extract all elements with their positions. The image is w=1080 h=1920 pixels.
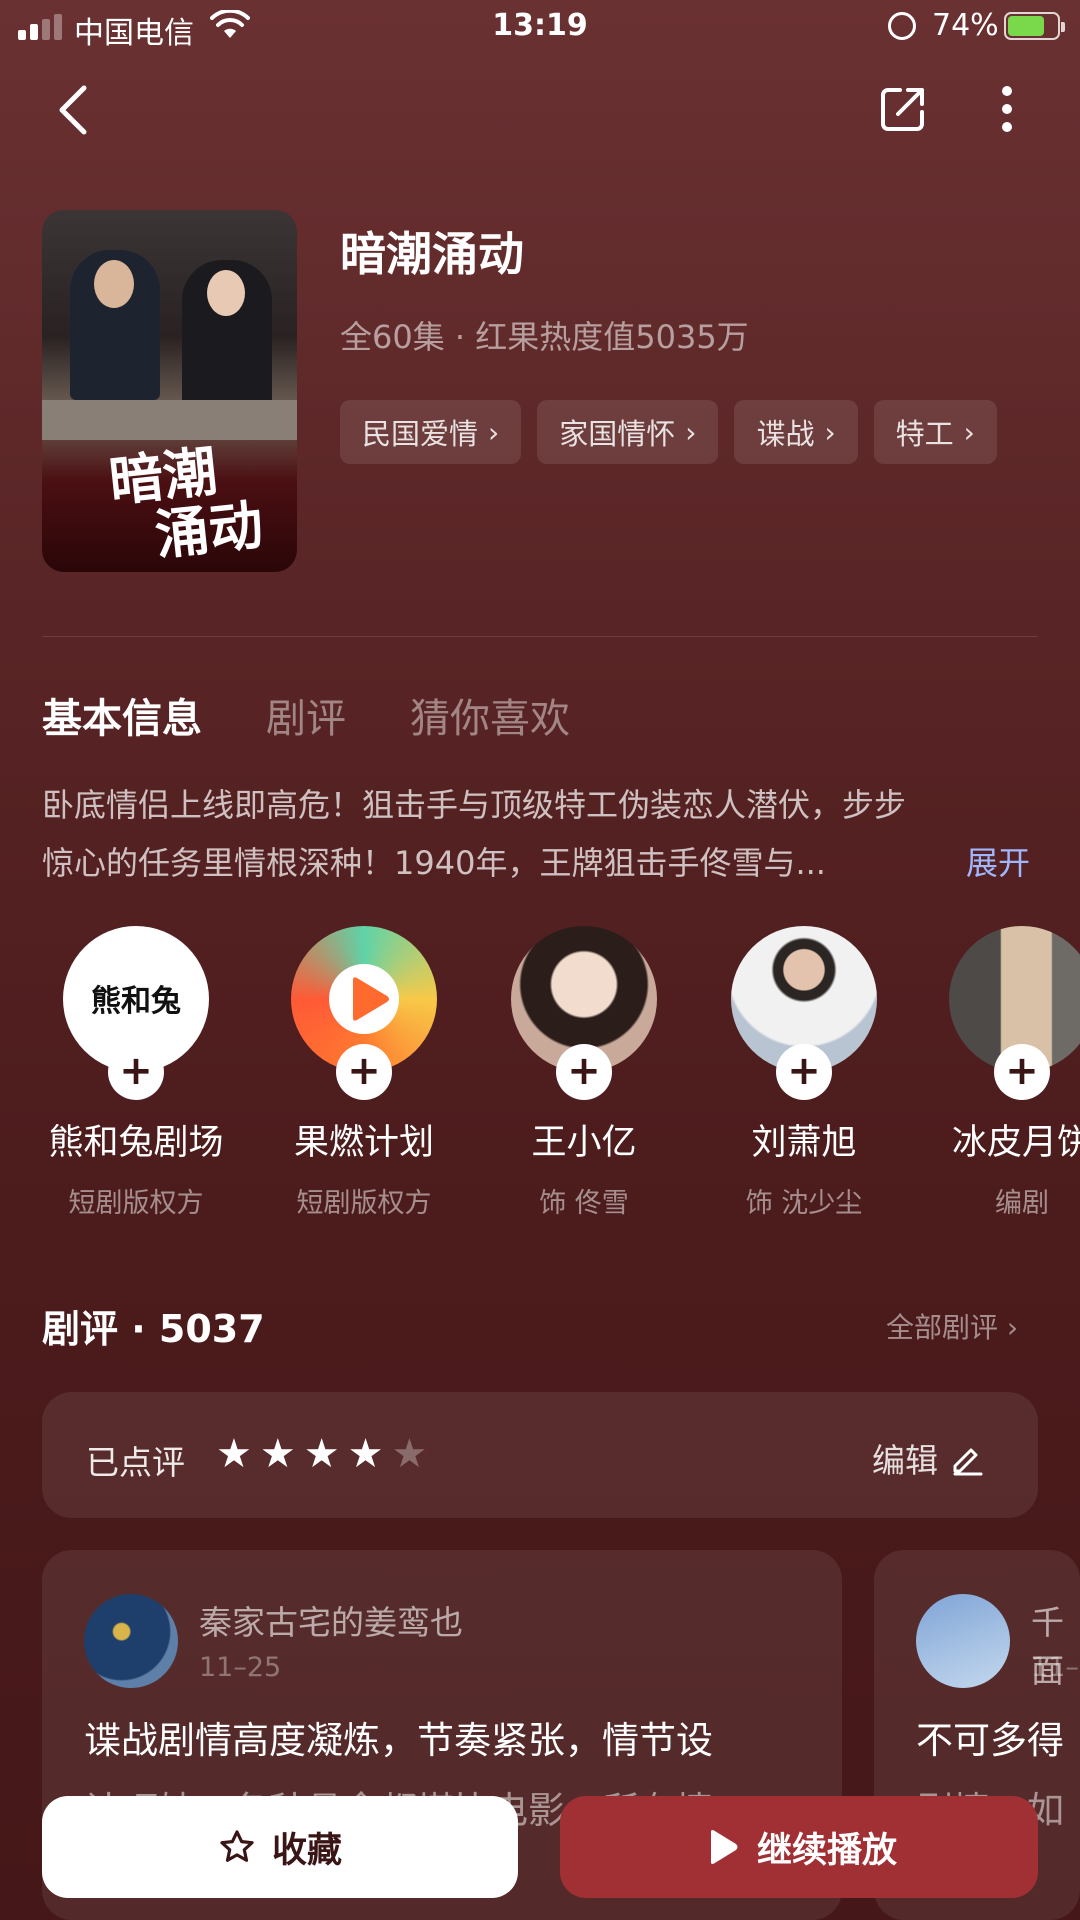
- reviewer-name: 秦家古宅的姜鸾也: [199, 1603, 463, 1642]
- synopsis: 卧底情侣上线即高危！狙击手与顶级特工伪装恋人潜伏，步步 惊心的任务里情根深种！1…: [42, 776, 1042, 892]
- person-role: 编剧: [995, 1188, 1049, 1219]
- person-card[interactable]: 熊和兔 + 熊和兔剧场 短剧版权方: [26, 926, 246, 1220]
- chevron-right-icon: ›: [963, 415, 975, 449]
- person-role: 饰 沈少尘: [745, 1188, 863, 1219]
- tag-chip[interactable]: 家国情怀 ›: [537, 400, 719, 464]
- avatar: +: [291, 926, 437, 1100]
- follow-plus-icon[interactable]: +: [994, 1044, 1050, 1100]
- show-title: 暗潮涌动: [340, 227, 524, 281]
- divider: [42, 636, 1038, 637]
- edit-review-button[interactable]: 编辑: [872, 1434, 983, 1482]
- review-date: 11–25: [199, 1652, 282, 1683]
- person-role: 短剧版权方: [296, 1188, 432, 1219]
- person-role: 短剧版权方: [68, 1188, 204, 1219]
- avatar: +: [731, 926, 877, 1100]
- rating-stars[interactable]: ★ ★ ★ ★ ★: [216, 1432, 427, 1476]
- person-card[interactable]: + 王小亿 饰 佟雪: [474, 926, 694, 1220]
- person-card[interactable]: + 刘萧旭 饰 沈少尘: [694, 926, 914, 1220]
- poster-title-art: 暗潮 涌动: [106, 438, 266, 568]
- avatar: +: [949, 926, 1080, 1100]
- avatar: +: [511, 926, 657, 1100]
- all-reviews-link[interactable]: 全部剧评 ›: [886, 1306, 1018, 1346]
- chevron-right-icon: ›: [824, 415, 836, 449]
- tab-bar: 基本信息 剧评 猜你喜欢: [42, 686, 570, 744]
- expand-link[interactable]: 展开: [966, 834, 1030, 892]
- follow-plus-icon[interactable]: +: [336, 1044, 392, 1100]
- show-meta: 全60集 · 红果热度值5035万: [340, 318, 749, 356]
- tag-list: 民国爱情 › 家国情怀 › 谍战 › 特工 ›: [340, 400, 997, 464]
- studio-logo: 熊和兔: [91, 984, 181, 1019]
- person-name: 王小亿: [531, 1123, 637, 1163]
- follow-plus-icon[interactable]: +: [556, 1044, 612, 1100]
- star-icon[interactable]: ★: [391, 1432, 427, 1476]
- avatar: [84, 1594, 178, 1688]
- avatar: [916, 1594, 1010, 1688]
- clock: 13:19: [492, 8, 588, 43]
- person-name: 果燃计划: [293, 1123, 434, 1163]
- rated-label: 已点评: [86, 1443, 185, 1482]
- review-date: 11–: [1031, 1652, 1079, 1683]
- star-icon[interactable]: ★: [216, 1432, 252, 1476]
- tag-chip[interactable]: 民国爱情 ›: [340, 400, 522, 464]
- play-icon: [710, 1830, 738, 1864]
- avatar: 熊和兔 +: [63, 926, 209, 1100]
- tab-reviews[interactable]: 剧评: [266, 686, 346, 744]
- person-role: 饰 佟雪: [539, 1188, 629, 1219]
- more-vertical-icon[interactable]: [992, 84, 1022, 134]
- chevron-right-icon: ›: [685, 415, 697, 449]
- person-card[interactable]: + 果燃计划 短剧版权方: [254, 926, 474, 1220]
- person-name: 冰皮月饼: [951, 1123, 1080, 1163]
- back-icon[interactable]: [52, 82, 92, 138]
- tag-chip[interactable]: 特工 ›: [873, 400, 997, 464]
- star-icon[interactable]: ★: [260, 1432, 296, 1476]
- battery-percent: 74%: [932, 8, 999, 43]
- review-text: 谍战剧情高度凝炼，节奏紧张，情节设: [84, 1719, 713, 1762]
- synopsis-line: 惊心的任务里情根深种！1940年，王牌狙击手佟雪与...: [42, 844, 826, 882]
- poster-image[interactable]: 暗潮 涌动: [42, 210, 297, 572]
- follow-plus-icon[interactable]: +: [776, 1044, 832, 1100]
- tab-recommendations[interactable]: 猜你喜欢: [410, 686, 570, 744]
- tag-chip[interactable]: 谍战 ›: [734, 400, 858, 464]
- cast-crew-list: 熊和兔 + 熊和兔剧场 短剧版权方 + 果燃计划 短剧版权方 + 王小亿 饰 佟…: [0, 926, 1080, 1226]
- status-bar: 中国电信 13:19 74%: [0, 0, 1080, 54]
- share-icon[interactable]: [878, 84, 928, 134]
- rotation-lock-icon: [888, 12, 916, 40]
- star-icon[interactable]: ★: [348, 1432, 384, 1476]
- play-logo-icon: [353, 977, 389, 1021]
- person-name: 熊和兔剧场: [48, 1123, 224, 1163]
- chevron-right-icon: ›: [1006, 1311, 1019, 1344]
- continue-play-button[interactable]: 继续播放: [560, 1796, 1038, 1898]
- star-outline-icon: [220, 1830, 254, 1862]
- tab-basic-info[interactable]: 基本信息: [42, 686, 202, 744]
- follow-plus-icon[interactable]: +: [108, 1044, 164, 1100]
- star-icon[interactable]: ★: [304, 1432, 340, 1476]
- person-name: 刘萧旭: [751, 1123, 857, 1163]
- review-text: 不可多得: [916, 1719, 1064, 1762]
- favorite-button[interactable]: 收藏: [42, 1796, 518, 1898]
- pencil-icon: [953, 1448, 982, 1476]
- person-card[interactable]: + 冰皮月饼 编剧: [912, 926, 1080, 1220]
- chevron-right-icon: ›: [488, 415, 500, 449]
- battery-icon: [1004, 12, 1065, 40]
- reviews-title: 剧评 · 5037: [42, 1307, 265, 1351]
- synopsis-line: 卧底情侣上线即高危！狙击手与顶级特工伪装恋人潜伏，步步: [42, 786, 907, 824]
